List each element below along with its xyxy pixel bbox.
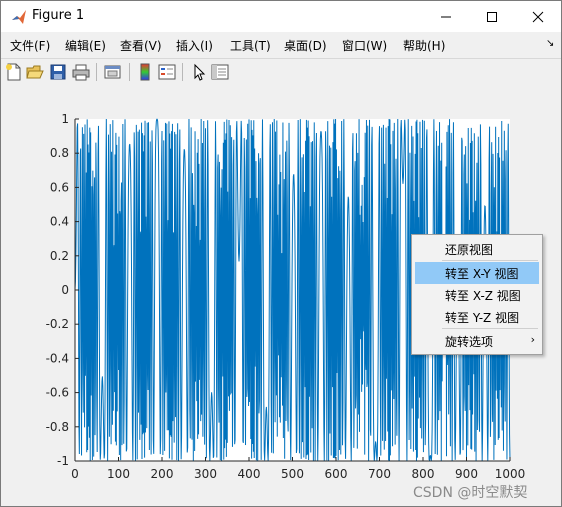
ctx-separator bbox=[442, 328, 538, 329]
x-tick-label: 300 bbox=[194, 467, 217, 481]
menu-help[interactable]: 帮助(H) bbox=[403, 37, 445, 54]
x-tick-label: 200 bbox=[151, 467, 174, 481]
y-tick-label: -1 bbox=[57, 454, 69, 468]
insert-colorbar-button[interactable] bbox=[136, 63, 154, 81]
toolbar-separator bbox=[129, 63, 130, 81]
y-tick-label: 0.4 bbox=[50, 215, 69, 229]
matlab-logo-icon bbox=[11, 9, 27, 25]
toolbar-separator bbox=[96, 63, 97, 81]
ctx-item-label: 转至 X-Z 视图 bbox=[445, 289, 521, 303]
x-tick-label: 100 bbox=[107, 467, 130, 481]
x-tick-label: 900 bbox=[455, 467, 478, 481]
menu-window[interactable]: 窗口(W) bbox=[342, 37, 387, 54]
context-menu: 还原视图 转至 X-Y 视图 转至 X-Z 视图 转至 Y-Z 视图 旋转选项 … bbox=[411, 234, 543, 355]
y-tick-label: 0.2 bbox=[50, 249, 69, 263]
ctx-item-restore-view[interactable]: 还原视图 bbox=[415, 238, 539, 260]
y-tick-label: 0.6 bbox=[50, 180, 69, 194]
property-inspector-button[interactable] bbox=[211, 63, 229, 81]
menu-insert[interactable]: 插入(I) bbox=[176, 37, 213, 54]
insert-legend-button[interactable] bbox=[158, 63, 176, 81]
toolbar bbox=[1, 58, 561, 87]
x-tick-label: 800 bbox=[412, 467, 435, 481]
y-tick-label: 0.8 bbox=[50, 146, 69, 160]
open-file-button[interactable] bbox=[26, 63, 44, 81]
y-tick-label: -0.2 bbox=[46, 317, 69, 331]
figure-window: Figure 1 文件(F) 编辑(E) 查看(V) 插入(I) 工具(T) 桌… bbox=[0, 0, 562, 507]
y-tick-label: -0.6 bbox=[46, 386, 69, 400]
maximize-button[interactable] bbox=[469, 1, 515, 32]
menu-view[interactable]: 查看(V) bbox=[120, 37, 162, 54]
x-tick-label: 0 bbox=[71, 467, 79, 481]
property-inspector-icon bbox=[211, 64, 229, 80]
menu-bar: 文件(F) 编辑(E) 查看(V) 插入(I) 工具(T) 桌面(D) 窗口(W… bbox=[1, 32, 561, 58]
x-tick-label: 1000 bbox=[495, 467, 526, 481]
watermark: CSDN @时空默契 bbox=[413, 485, 528, 501]
ctx-item-rotate-options[interactable]: 旋转选项 › bbox=[415, 330, 539, 352]
menu-file[interactable]: 文件(F) bbox=[10, 37, 50, 54]
y-tick-label: 1 bbox=[61, 112, 69, 126]
title-bar[interactable]: Figure 1 bbox=[1, 1, 561, 32]
ctx-item-label: 转至 X-Y 视图 bbox=[445, 267, 519, 281]
window-title: Figure 1 bbox=[32, 8, 85, 23]
ctx-item-yz-view[interactable]: 转至 Y-Z 视图 bbox=[415, 306, 539, 328]
insert-legend-icon bbox=[158, 64, 176, 80]
dock-figure-button[interactable] bbox=[104, 63, 122, 81]
ctx-separator bbox=[442, 260, 538, 261]
close-button[interactable] bbox=[515, 1, 561, 32]
ctx-item-xz-view[interactable]: 转至 X-Z 视图 bbox=[415, 284, 539, 306]
ctx-item-label: 还原视图 bbox=[445, 243, 494, 257]
x-tick-label: 700 bbox=[368, 467, 391, 481]
ctx-item-xy-view[interactable]: 转至 X-Y 视图 bbox=[415, 262, 539, 284]
toolbar-separator bbox=[182, 63, 183, 81]
ctx-item-label: 转至 Y-Z 视图 bbox=[445, 311, 520, 325]
y-tick-label: -0.4 bbox=[46, 351, 69, 365]
y-tick-label: -0.8 bbox=[46, 420, 69, 434]
x-tick-label: 500 bbox=[281, 467, 304, 481]
save-icon bbox=[50, 64, 66, 80]
menu-edit[interactable]: 编辑(E) bbox=[65, 37, 106, 54]
menu-tools[interactable]: 工具(T) bbox=[230, 37, 271, 54]
ctx-item-label: 旋转选项 bbox=[445, 335, 494, 349]
new-figure-icon bbox=[6, 63, 21, 81]
x-tick-label: 400 bbox=[238, 467, 261, 481]
close-icon bbox=[532, 11, 544, 23]
print-button[interactable] bbox=[72, 63, 90, 81]
menubar-dock-arrow-icon[interactable]: ↘ bbox=[546, 38, 554, 49]
print-icon bbox=[72, 64, 90, 81]
insert-colorbar-icon bbox=[140, 63, 150, 81]
y-tick-label: 0 bbox=[61, 283, 69, 297]
maximize-icon bbox=[487, 12, 497, 22]
submenu-arrow-icon: › bbox=[530, 333, 535, 346]
menu-desktop[interactable]: 桌面(D) bbox=[284, 37, 327, 54]
edit-plot-button[interactable] bbox=[190, 63, 208, 81]
minimize-button[interactable] bbox=[423, 1, 469, 32]
dock-figure-icon bbox=[104, 65, 121, 79]
open-file-icon bbox=[26, 65, 44, 79]
new-figure-button[interactable] bbox=[5, 63, 23, 81]
x-tick-label: 600 bbox=[325, 467, 348, 481]
edit-plot-icon bbox=[194, 63, 206, 81]
minimize-icon bbox=[441, 16, 451, 18]
save-button[interactable] bbox=[49, 63, 67, 81]
